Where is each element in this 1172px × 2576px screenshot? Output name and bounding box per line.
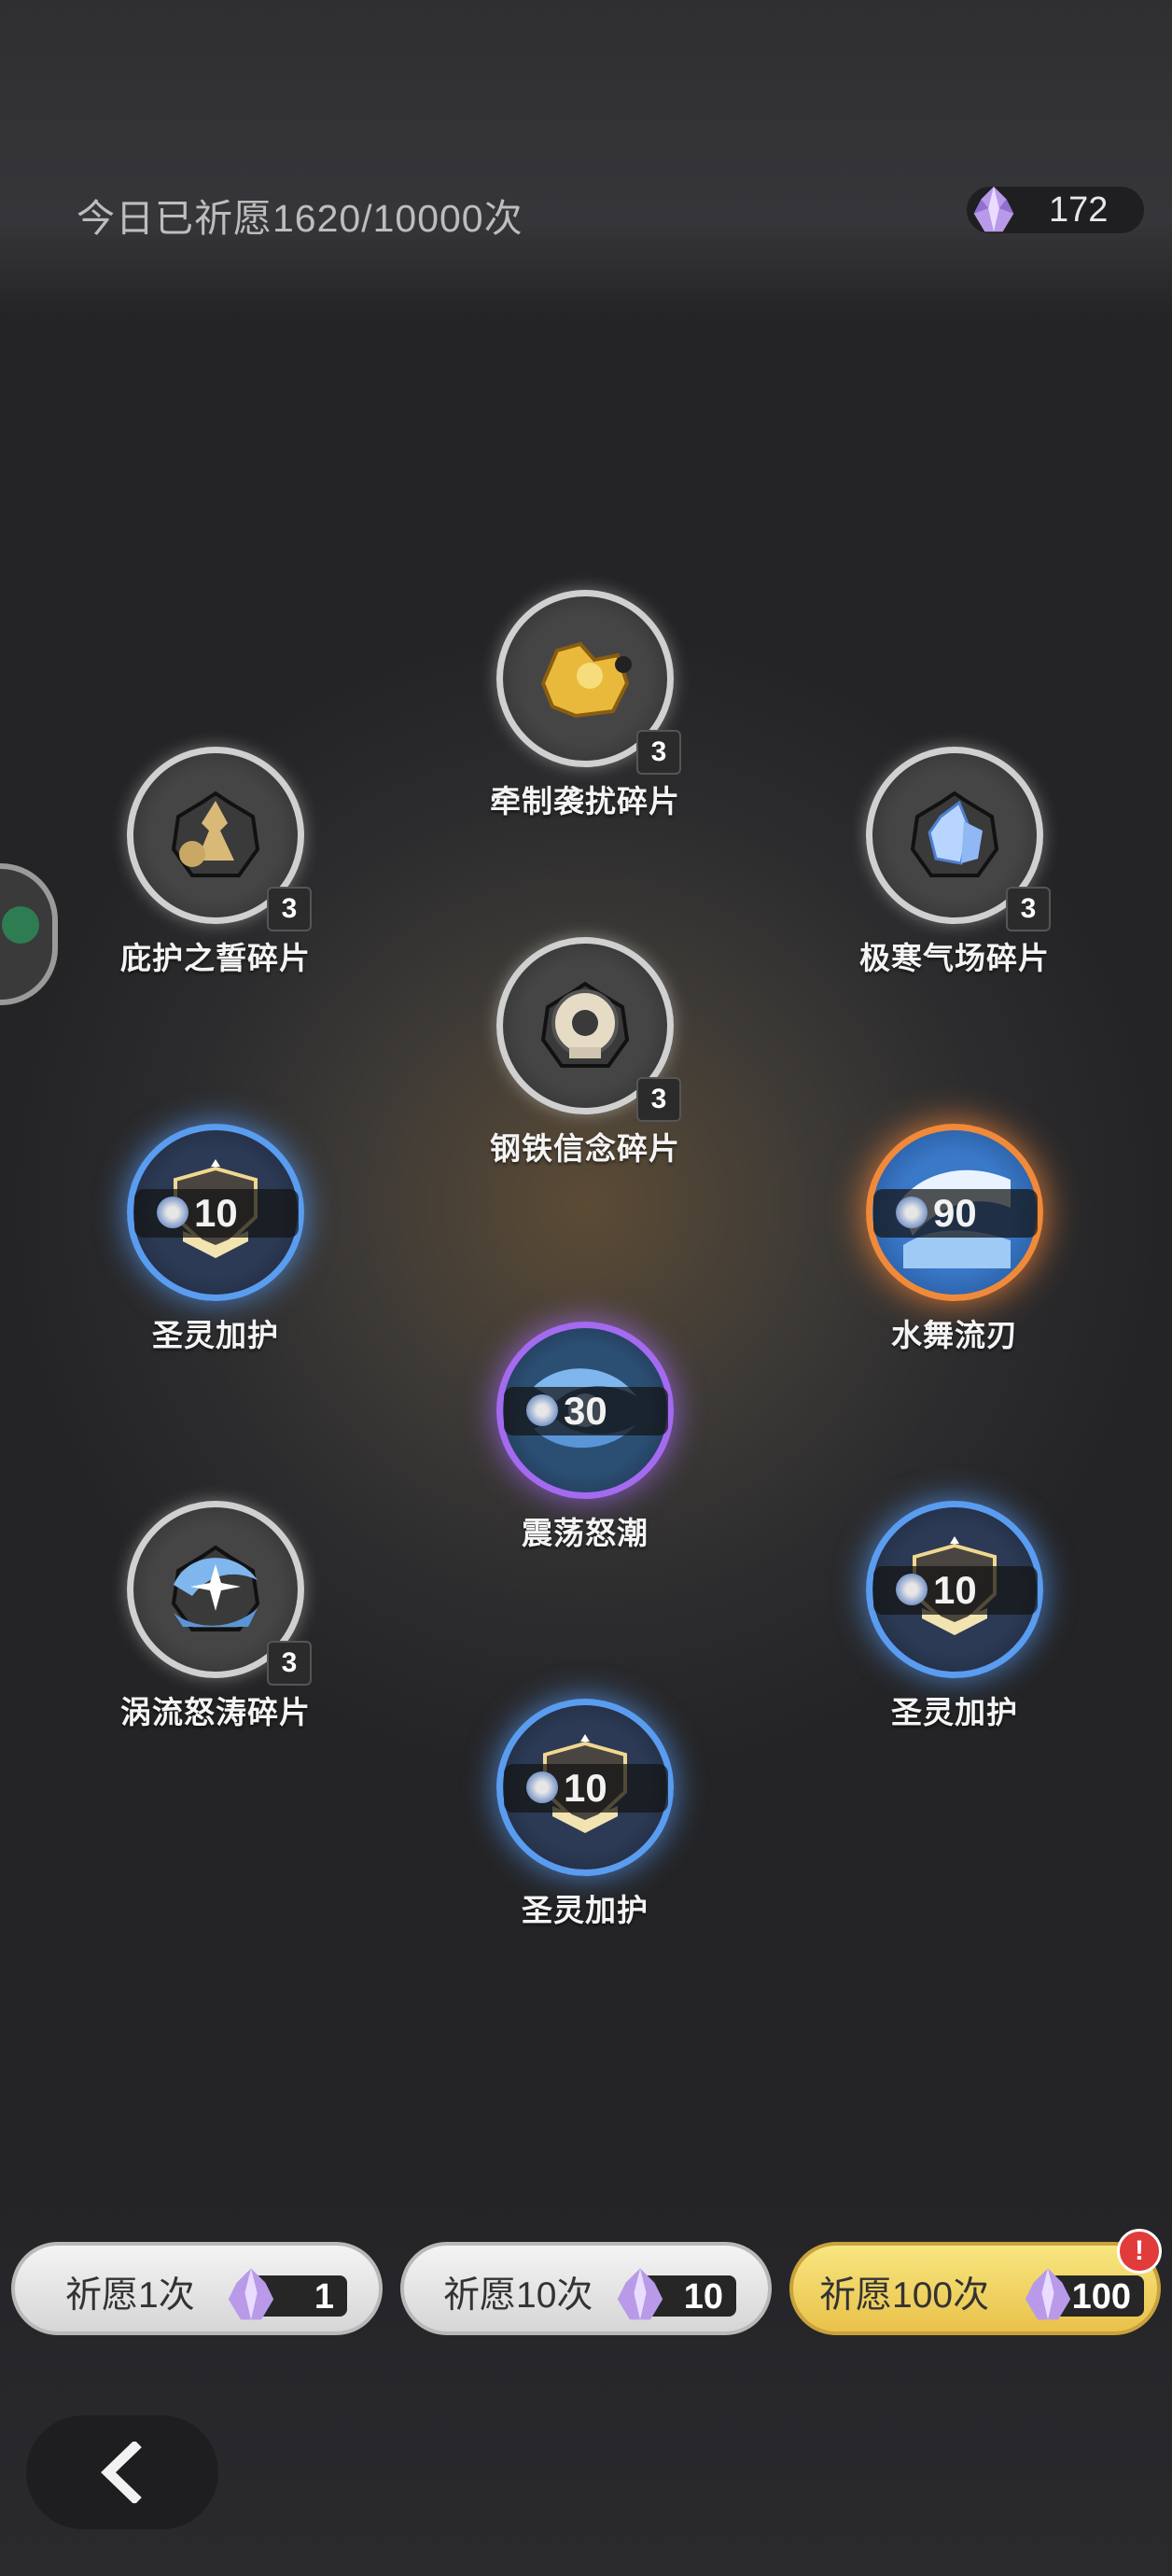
reward-label: 涡流怒涛碎片 — [120, 1695, 311, 1729]
pray-10-button[interactable]: 祈愿10次 10 — [400, 2242, 772, 2335]
reward-left-lower[interactable]: 3 涡流怒涛碎片 — [120, 1501, 314, 1734]
side-chat-button[interactable] — [0, 863, 58, 1005]
pray-100-cost: 100 — [1025, 2268, 1144, 2320]
pray-1-cost-value: 1 — [314, 2277, 334, 2317]
reward-quantity: 10 — [933, 1568, 977, 1612]
chat-icon — [2, 906, 39, 944]
reward-top[interactable]: 3 牵制袭扰碎片 — [490, 590, 683, 823]
reward-quantity-pill: 10 — [504, 1764, 668, 1813]
fragment-icon — [540, 981, 630, 1068]
reward-right-lower[interactable]: 10 圣灵加护 — [866, 1501, 1053, 1734]
pray-1-label: 祈愿1次 — [65, 2275, 195, 2316]
pray-1-cost: 1 — [228, 2268, 347, 2320]
reward-quantity-pill: 10 — [134, 1189, 299, 1238]
reward-quantity: 3 — [267, 1641, 312, 1686]
reward-label: 圣灵加护 — [522, 1893, 649, 1927]
reward-label: 圣灵加护 — [891, 1695, 1018, 1729]
reward-left-upper[interactable]: 3 庇护之誓碎片 — [120, 747, 314, 980]
reward-right-upper[interactable]: 3 极寒气场碎片 — [859, 747, 1053, 980]
reward-quantity: 30 — [564, 1389, 607, 1433]
chevron-left-icon — [101, 2442, 142, 2503]
reward-quantity: 10 — [564, 1766, 607, 1810]
reward-label: 牵制袭扰碎片 — [490, 784, 680, 819]
pray-10-cost-value: 10 — [683, 2277, 723, 2317]
currency-display[interactable]: 172 — [967, 186, 1144, 233]
reward-label: 震荡怒潮 — [522, 1516, 649, 1550]
reward-center[interactable]: 30 震荡怒潮 — [496, 1322, 683, 1555]
reward-quantity: 3 — [636, 1077, 681, 1122]
reward-label: 水舞流刃 — [891, 1318, 1018, 1352]
fragment-icon — [171, 791, 260, 877]
item-mini-icon — [526, 1394, 558, 1426]
daily-pray-count: 今日已祈愿1620/10000次 — [77, 197, 523, 240]
reward-label: 庇护之誓碎片 — [120, 941, 311, 975]
pray-10-cost: 10 — [617, 2268, 736, 2320]
reward-center-upper[interactable]: 3 钢铁信念碎片 — [490, 937, 683, 1170]
back-button[interactable] — [26, 2415, 218, 2529]
reward-quantity-pill: 90 — [873, 1189, 1038, 1238]
item-mini-icon — [526, 1771, 558, 1803]
currency-amount: 172 — [1049, 190, 1109, 230]
reward-label: 圣灵加护 — [152, 1318, 279, 1352]
reward-left-middle[interactable]: 10 圣灵加护 — [127, 1124, 314, 1357]
crystal-icon — [617, 2268, 663, 2320]
pray-10-label: 祈愿10次 — [443, 2275, 593, 2316]
fragment-icon — [540, 641, 632, 719]
item-mini-icon — [157, 1197, 188, 1228]
top-bar — [0, 0, 1172, 317]
pray-100-cost-value: 100 — [1071, 2277, 1131, 2317]
crystal-icon — [1025, 2268, 1071, 2320]
reward-quantity: 10 — [194, 1191, 238, 1235]
item-mini-icon — [896, 1197, 928, 1228]
reward-quantity-pill: 10 — [873, 1566, 1038, 1615]
crystal-icon — [973, 186, 1014, 232]
reward-label: 钢铁信念碎片 — [490, 1131, 680, 1166]
reward-quantity: 3 — [267, 887, 312, 931]
reward-label: 极寒气场碎片 — [859, 941, 1050, 975]
fragment-icon — [910, 791, 999, 877]
reward-quantity: 3 — [636, 730, 681, 775]
crystal-icon — [228, 2268, 274, 2320]
reward-bottom[interactable]: 10 圣灵加护 — [496, 1699, 683, 1932]
alert-badge-icon: ! — [1117, 2229, 1162, 2274]
pray-100-label: 祈愿100次 — [819, 2275, 990, 2316]
reward-right-middle[interactable]: 90 水舞流刃 — [866, 1124, 1053, 1357]
pray-100-button[interactable]: 祈愿100次 100 — [789, 2242, 1161, 2335]
item-mini-icon — [896, 1574, 928, 1605]
fragment-icon — [171, 1545, 260, 1631]
reward-quantity-pill: 30 — [504, 1387, 668, 1435]
reward-quantity: 90 — [933, 1191, 977, 1235]
pray-1-button[interactable]: 祈愿1次 1 — [11, 2242, 383, 2335]
reward-quantity: 3 — [1006, 887, 1051, 931]
